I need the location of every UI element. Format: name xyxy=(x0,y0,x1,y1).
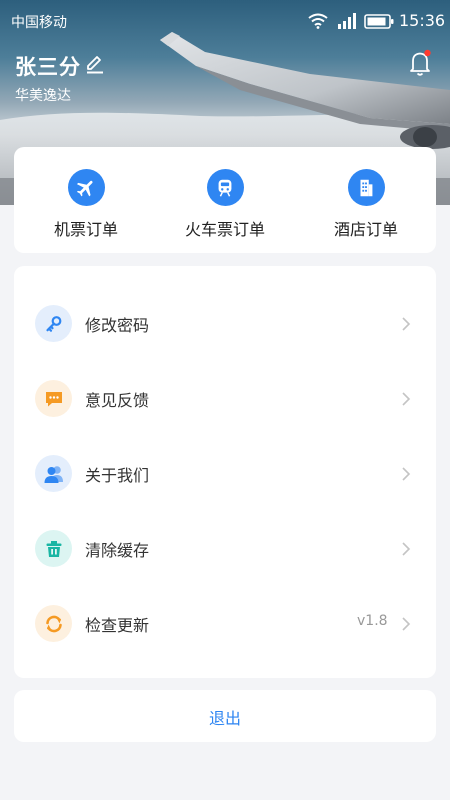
order-label: 酒店订单 xyxy=(333,220,398,239)
hotel-orders-button[interactable]: 酒店订单 xyxy=(296,147,436,253)
chevron-right-icon xyxy=(402,392,411,406)
logout-label: 退出 xyxy=(208,709,241,728)
train-orders-button[interactable]: 火车票订单 xyxy=(155,147,295,253)
clock: 15:36 xyxy=(399,11,446,30)
menu-item-label: 意见反馈 xyxy=(85,391,150,410)
wifi-icon xyxy=(308,13,328,29)
refresh-icon xyxy=(35,605,72,642)
menu-item-label: 修改密码 xyxy=(85,316,150,335)
user-name: 张三分 xyxy=(15,55,81,79)
notification-dot xyxy=(424,49,431,57)
order-label: 机票订单 xyxy=(53,220,118,239)
flight-orders-button[interactable]: 机票订单 xyxy=(16,147,156,253)
carrier-name: 中国移动 xyxy=(11,15,67,31)
pencil-icon[interactable] xyxy=(85,54,105,74)
signal-icon xyxy=(338,13,356,29)
chevron-right-icon xyxy=(402,467,411,481)
status-bar: 中国移动 15:36 xyxy=(0,0,450,42)
company-name: 华美逸达 xyxy=(15,88,71,104)
bell-icon[interactable] xyxy=(408,49,434,77)
settings-menu: 修改密码 意见反馈 关于我们 清除缓存 检查更新 v1.8 xyxy=(14,266,436,678)
users-icon xyxy=(35,455,72,492)
menu-item-check-update[interactable]: 检查更新 v1.8 xyxy=(14,593,436,653)
airplane-icon xyxy=(67,169,105,206)
order-label: 火车票订单 xyxy=(184,220,265,239)
chat-bubble-icon xyxy=(35,380,72,417)
menu-item-label: 清除缓存 xyxy=(85,541,150,560)
app-version: v1.8 xyxy=(357,613,388,629)
battery-icon xyxy=(364,14,394,29)
menu-item-about-us[interactable]: 关于我们 xyxy=(14,443,436,503)
menu-item-label: 关于我们 xyxy=(85,466,150,485)
menu-item-feedback[interactable]: 意见反馈 xyxy=(14,368,436,428)
menu-item-label: 检查更新 xyxy=(85,616,150,635)
chevron-right-icon xyxy=(402,617,411,631)
logout-button[interactable]: 退出 xyxy=(14,690,436,742)
orders-card: 机票订单 火车票订单 酒店订单 xyxy=(14,147,436,253)
train-icon xyxy=(206,169,244,206)
key-icon xyxy=(35,305,72,342)
menu-item-clear-cache[interactable]: 清除缓存 xyxy=(14,518,436,578)
chevron-right-icon xyxy=(402,542,411,556)
menu-item-change-password[interactable]: 修改密码 xyxy=(14,293,436,353)
chevron-right-icon xyxy=(402,317,411,331)
hotel-icon xyxy=(347,169,385,206)
trash-icon xyxy=(35,530,72,567)
